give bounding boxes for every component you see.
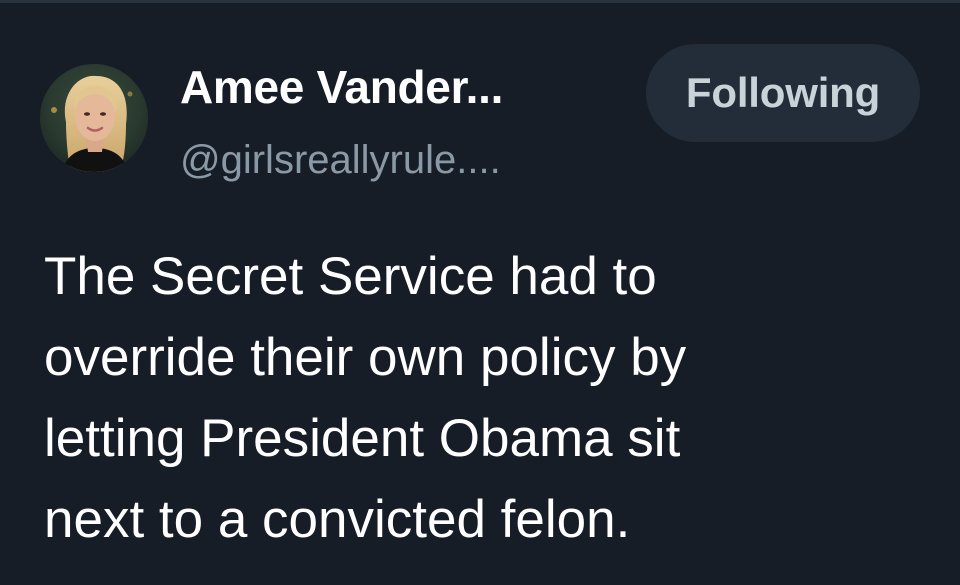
- tweet-text-line: next to a convicted felon.: [44, 490, 631, 549]
- tweet-text-line: override their own policy by: [44, 328, 687, 387]
- tweet-text-line: letting President Obama sit: [44, 409, 681, 468]
- avatar[interactable]: [40, 64, 148, 172]
- tweet-text: The Secret Service had to override their…: [44, 236, 944, 560]
- following-button[interactable]: Following: [646, 44, 920, 142]
- profile-photo-icon: [40, 64, 148, 172]
- tweet-text-line: The Secret Service had to: [44, 247, 657, 306]
- author-handle[interactable]: @girlsreallyrule....: [180, 138, 501, 183]
- author-display-name[interactable]: Amee Vander...: [180, 60, 503, 114]
- tweet-card: Amee Vander... @girlsreallyrule.... Foll…: [0, 0, 960, 585]
